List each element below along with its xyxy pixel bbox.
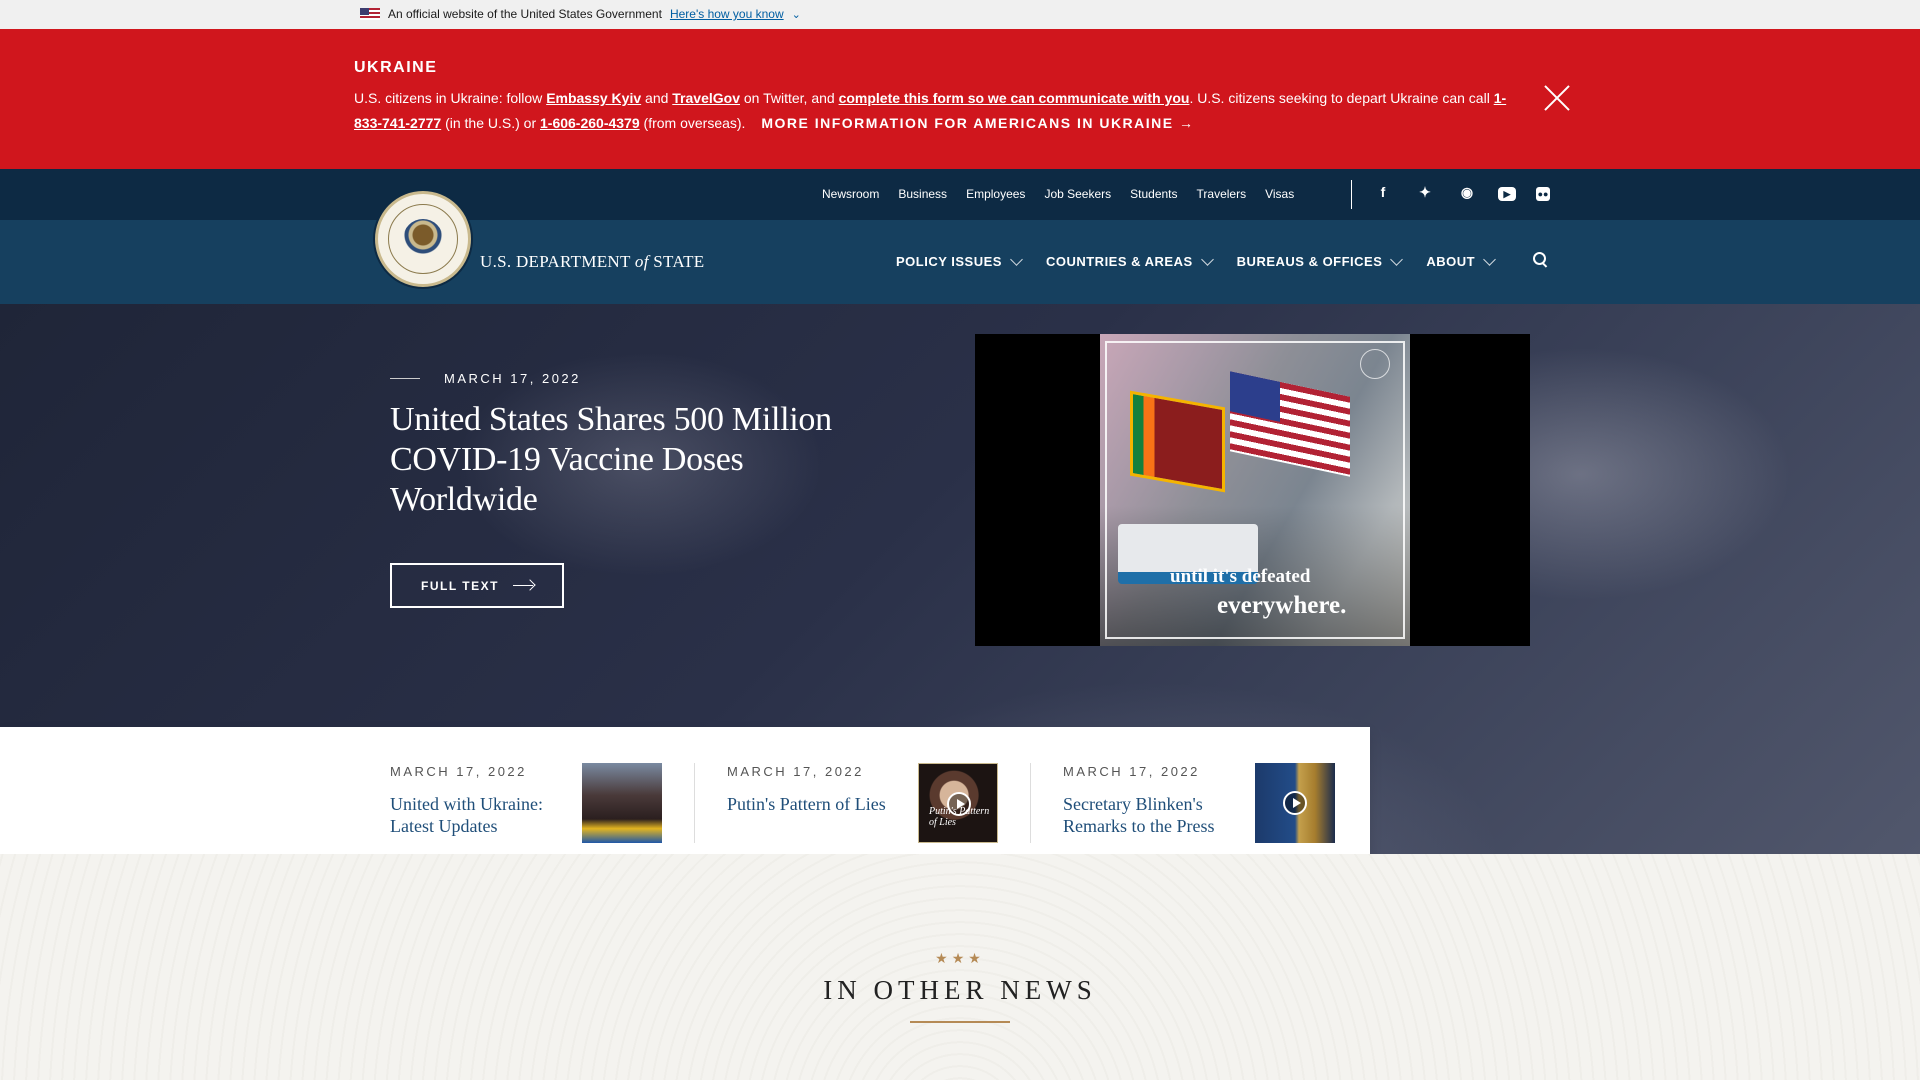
alert-text: (from overseas). (639, 115, 746, 131)
nav-about[interactable]: ABOUT (1426, 252, 1496, 269)
instagram-icon[interactable]: ◉ (1456, 184, 1478, 201)
hero-title[interactable]: United States Shares 500 Million COVID-1… (390, 400, 860, 520)
card-thumbnail[interactable]: Putin's Pattern of Lies (918, 763, 998, 843)
utility-divider (1351, 180, 1352, 209)
card-date: MARCH 17, 2022 (390, 764, 527, 779)
other-news-heading: IN OTHER NEWS (823, 975, 1097, 1005)
video-caption-line1: until it's defeated (1170, 566, 1311, 587)
facebook-icon[interactable]: f (1372, 184, 1394, 201)
chevron-down-icon (1390, 252, 1404, 266)
nav-countries-areas[interactable]: COUNTRIES & AREAS (1046, 252, 1214, 269)
other-news-section (0, 854, 1920, 1080)
gov-banner-text: An official website of the United States… (388, 7, 662, 21)
seal-watermark-icon (1360, 349, 1390, 379)
alert-title: UKRAINE (354, 59, 438, 76)
chevron-down-icon[interactable]: ⌄ (792, 8, 801, 21)
card-thumbnail[interactable] (582, 763, 662, 843)
full-text-label: FULL TEXT (421, 578, 499, 593)
heading-underline (910, 1021, 1010, 1023)
utility-link-travelers[interactable]: Travelers (1197, 187, 1247, 201)
card-title[interactable]: Secretary Blinken's Remarks to the Press (1063, 793, 1233, 837)
card-title[interactable]: Putin's Pattern of Lies (727, 793, 897, 815)
alert-body: U.S. citizens in Ukraine: follow Embassy… (354, 86, 1534, 136)
close-icon[interactable] (1543, 84, 1571, 112)
alert-text: and (641, 90, 673, 106)
social-links: f ✦ ◉ ▶ ●● (1372, 184, 1550, 201)
nav-policy-issues[interactable]: POLICY ISSUES (896, 252, 1023, 269)
video-caption-line2: everywhere. (1217, 592, 1347, 619)
twitter-icon[interactable]: ✦ (1414, 184, 1436, 201)
sri-lanka-flag-image (1130, 390, 1225, 493)
flickr-icon[interactable]: ●● (1536, 187, 1550, 201)
card-date: MARCH 17, 2022 (727, 764, 864, 779)
phone-overseas-link[interactable]: 1-606-260-4379 (540, 115, 640, 131)
department-seal-logo[interactable] (375, 191, 471, 287)
utility-link-visas[interactable]: Visas (1265, 187, 1294, 201)
site-name[interactable]: U.S. DEPARTMENT of STATE (480, 252, 704, 272)
utility-bar: Newsroom Business Employees Job Seekers … (0, 169, 1920, 220)
us-flag-icon (360, 8, 380, 20)
ukraine-alert: UKRAINE U.S. citizens in Ukraine: follow… (0, 29, 1920, 169)
arrow-right-icon (512, 580, 535, 592)
card-divider (694, 763, 695, 843)
youtube-icon[interactable]: ▶ (1498, 187, 1516, 201)
alert-text: (in the U.S.) or (441, 115, 540, 131)
play-icon[interactable] (1283, 791, 1307, 815)
travelgov-link[interactable]: TravelGov (672, 90, 740, 106)
more-information-link[interactable]: MORE INFORMATION FOR AMERICANS IN UKRAIN… (761, 115, 1194, 131)
chevron-down-icon (1200, 252, 1214, 266)
alert-text: . U.S. citizens seeking to depart Ukrain… (1189, 90, 1494, 106)
hero-date: MARCH 17, 2022 (444, 371, 581, 386)
hero-date-rule (390, 378, 420, 379)
hero-video[interactable]: until it's defeated everywhere. (975, 334, 1530, 646)
chevron-down-icon (1483, 252, 1496, 266)
nav-bureaus-offices[interactable]: BUREAUS & OFFICES (1237, 252, 1404, 269)
card-date: MARCH 17, 2022 (1063, 764, 1200, 779)
utility-link-job-seekers[interactable]: Job Seekers (1044, 187, 1111, 201)
heres-how-you-know-link[interactable]: Here's how you know (670, 7, 784, 21)
full-text-button[interactable]: FULL TEXT (390, 563, 564, 608)
utility-link-employees[interactable]: Employees (966, 187, 1025, 201)
card-thumbnail[interactable] (1255, 763, 1335, 843)
utility-links: Newsroom Business Employees Job Seekers … (822, 187, 1294, 201)
utility-link-newsroom[interactable]: Newsroom (822, 187, 879, 201)
search-icon[interactable] (1533, 252, 1549, 268)
alert-text: U.S. citizens in Ukraine: follow (354, 90, 547, 106)
primary-nav: POLICY ISSUES COUNTRIES & AREAS BUREAUS … (896, 252, 1496, 269)
contact-form-link[interactable]: complete this form so we can communicate… (839, 90, 1190, 106)
embassy-kyiv-link[interactable]: Embassy Kyiv (546, 90, 641, 106)
card-title[interactable]: United with Ukraine: Latest Updates (390, 793, 560, 837)
gov-banner: An official website of the United States… (0, 0, 1920, 29)
card-divider (1030, 763, 1031, 843)
thumbnail-text: Putin's Pattern of Lies (929, 806, 990, 828)
utility-link-business[interactable]: Business (898, 187, 947, 201)
chevron-down-icon (1010, 252, 1023, 266)
stars-icon: ★★★ (935, 950, 985, 966)
us-flag-image (1230, 371, 1350, 477)
utility-link-students[interactable]: Students (1130, 187, 1177, 201)
alert-text: on Twitter, and (739, 90, 839, 106)
